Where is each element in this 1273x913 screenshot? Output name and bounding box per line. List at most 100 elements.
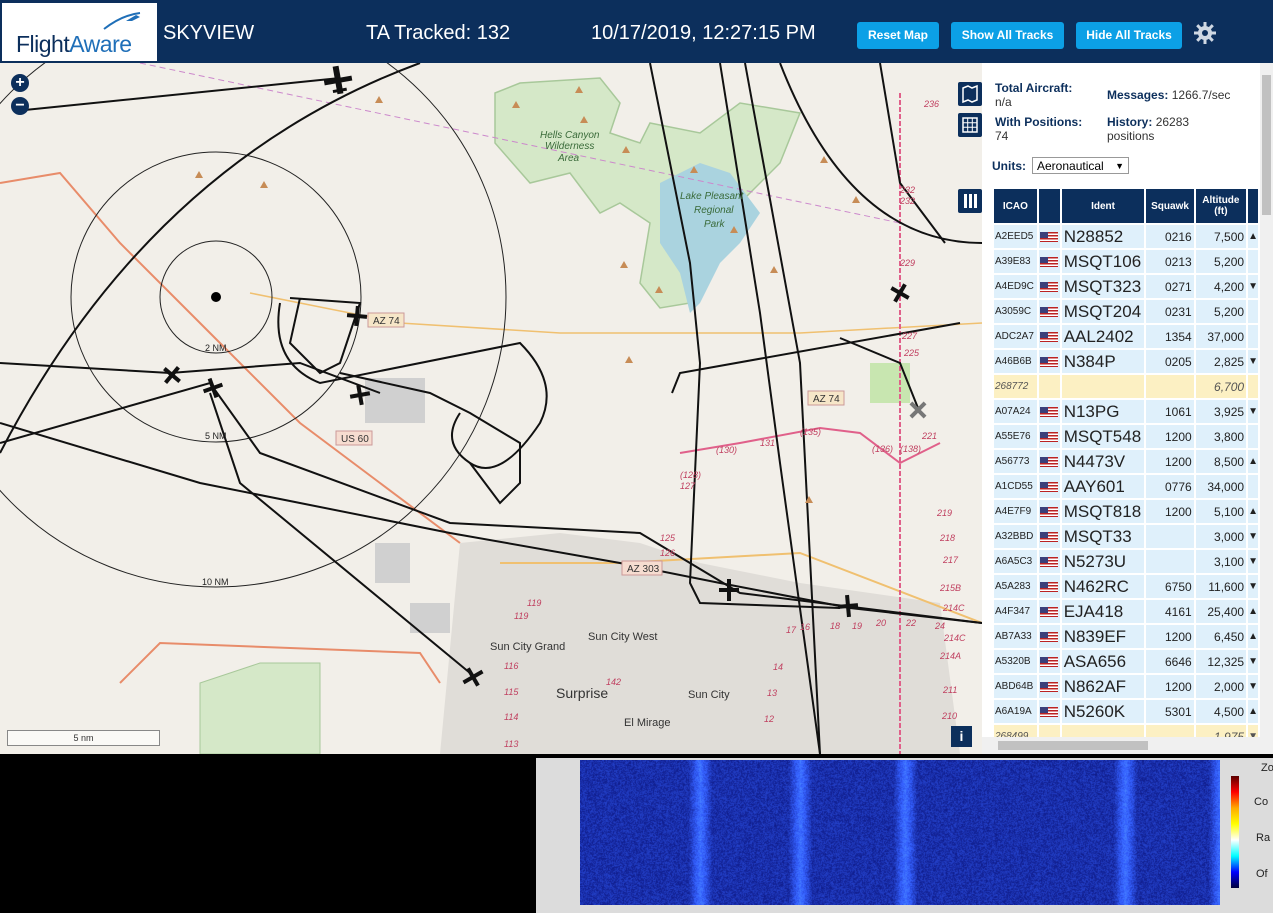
road-number: 16 [800, 622, 810, 632]
icao-cell: A55E76 [994, 425, 1037, 448]
ident-cell: AAY601 [1061, 475, 1145, 498]
icao-cell: ABD64B [994, 675, 1037, 698]
table-row[interactable]: A2EED5 N28852 0216 7,500 ▲ [994, 225, 1258, 248]
altitude-cell: 6,450 [1195, 625, 1247, 648]
road-number: 127 [680, 481, 696, 491]
aircraft-icon [323, 65, 353, 95]
road-number: 236 [923, 99, 939, 109]
panel-horizontal-scrollbar[interactable] [982, 737, 1273, 754]
map-layers-button[interactable] [958, 82, 982, 106]
squawk-cell: 0271 [1146, 275, 1194, 298]
messages-label: Messages: [1107, 88, 1169, 102]
column-flag[interactable] [1038, 189, 1060, 223]
column-altitude[interactable]: Altitude (ft) [1195, 189, 1247, 223]
scroll-thumb[interactable] [998, 741, 1148, 750]
us-flag-icon [1040, 707, 1059, 718]
us-flag-icon [1040, 557, 1059, 568]
waterfall-display[interactable] [580, 760, 1220, 905]
flightaware-logo[interactable]: FlightAware [2, 3, 157, 61]
road-number: 232 [899, 196, 915, 206]
contrast-label: Co [1254, 796, 1269, 808]
squawk-cell: 5301 [1146, 700, 1194, 723]
table-row[interactable]: 268772 6,700 [994, 375, 1258, 398]
squawk-cell: 1200 [1146, 625, 1194, 648]
panel-vertical-scrollbar[interactable] [1260, 63, 1273, 737]
ident-cell: N28852 [1061, 225, 1145, 248]
table-row[interactable]: A4ED9C MSQT323 0271 4,200 ▼ [994, 275, 1258, 298]
tracked-count: TA Tracked: 132 [366, 22, 511, 44]
app-title: SKYVIEW [163, 22, 255, 44]
ident-cell: MSQT204 [1061, 300, 1145, 323]
aircraft-icon [202, 377, 224, 399]
road-number: 227 [901, 331, 918, 341]
header-bar: FlightAware SKYVIEW TA Tracked: 132 10/1… [0, 0, 1273, 63]
ident-cell: N839EF [1061, 625, 1145, 648]
reset-map-button[interactable]: Reset Map [857, 22, 939, 49]
table-row[interactable]: A39E83 MSQT106 0213 5,200 [994, 250, 1258, 273]
table-row[interactable]: A07A24 N13PG 1061 3,925 ▼ [994, 400, 1258, 423]
icao-cell: A46B6B [994, 350, 1037, 373]
map-view[interactable]: 2 NM 5 NM 10 NM Hells Canyon Wilderness … [0, 63, 982, 754]
table-row[interactable]: A55E76 MSQT548 1200 3,800 [994, 425, 1258, 448]
column-icao[interactable]: ICAO [994, 189, 1037, 223]
map-label: Sun City West [588, 631, 658, 643]
icao-cell: A4E7F9 [994, 500, 1037, 523]
ident-cell: MSQT818 [1061, 500, 1145, 523]
show-all-tracks-button[interactable]: Show All Tracks [951, 22, 1064, 49]
table-row[interactable]: A3059C MSQT204 0231 5,200 [994, 300, 1258, 323]
road-number: 119 [514, 611, 528, 621]
us-flag-icon [1040, 407, 1059, 418]
with-positions-label: With Positions: [995, 115, 1083, 129]
hide-all-tracks-button[interactable]: Hide All Tracks [1076, 22, 1182, 49]
road-number: 218 [939, 533, 955, 543]
table-row[interactable]: A6A19A N5260K 5301 4,500 ▲ [994, 700, 1258, 723]
altitude-cell: 12,325 [1195, 650, 1247, 673]
column-ident[interactable]: Ident [1061, 189, 1145, 223]
map-label: Sun City Grand [490, 641, 565, 653]
table-row[interactable]: A32BBD MSQT33 3,000 ▼ [994, 525, 1258, 548]
us-flag-icon [1040, 307, 1059, 318]
ident-cell: N462RC [1061, 575, 1145, 598]
grid-toggle-button[interactable] [958, 113, 982, 137]
icao-cell: A4F347 [994, 600, 1037, 623]
zoom-in-button[interactable]: + [11, 74, 29, 92]
us-flag-icon [1040, 332, 1059, 343]
squawk-cell: 6750 [1146, 575, 1194, 598]
table-row[interactable]: ABD64B N862AF 1200 2,000 ▼ [994, 675, 1258, 698]
table-row[interactable]: ADC2A7 AAL2402 1354 37,000 [994, 325, 1258, 348]
trend-cell: ▼ [1248, 400, 1258, 423]
table-row[interactable]: A46B6B N384P 0205 2,825 ▼ [994, 350, 1258, 373]
table-row[interactable]: A1CD55 AAY601 0776 34,000 [994, 475, 1258, 498]
table-row[interactable]: AB7A33 N839EF 1200 6,450 ▲ [994, 625, 1258, 648]
map-canvas[interactable]: 2 NM 5 NM 10 NM Hells Canyon Wilderness … [0, 63, 982, 754]
road-number: 116 [504, 661, 518, 671]
icao-cell: A2EED5 [994, 225, 1037, 248]
table-row[interactable]: A6A5C3 N5273U 3,100 ▼ [994, 550, 1258, 573]
map-label: Area [557, 153, 580, 164]
road-number: (138) [900, 444, 921, 454]
info-button[interactable]: i [951, 726, 972, 747]
scroll-thumb[interactable] [1262, 75, 1271, 215]
units-select[interactable]: Aeronautical ▼ [1032, 157, 1129, 174]
flag-cell [1038, 400, 1060, 423]
table-row[interactable]: A5320B ASA656 6646 12,325 ▼ [994, 650, 1258, 673]
columns-toggle-button[interactable] [958, 189, 982, 213]
road-number: 125 [660, 533, 676, 543]
icao-cell: A07A24 [994, 400, 1037, 423]
road-number: 14 [773, 662, 783, 672]
table-row[interactable]: A4F347 EJA418 4161 25,400 ▲ [994, 600, 1258, 623]
gear-icon[interactable] [1193, 21, 1217, 45]
zoom-out-button[interactable]: − [11, 97, 29, 115]
road-number: 142 [606, 677, 621, 687]
table-row[interactable]: A5A283 N462RC 6750 11,600 ▼ [994, 575, 1258, 598]
map-label: Surprise [556, 685, 608, 701]
column-squawk[interactable]: Squawk [1146, 189, 1194, 223]
ident-cell: ASA656 [1061, 650, 1145, 673]
ident-cell: N4473V [1061, 450, 1145, 473]
table-row[interactable]: A56773 N4473V 1200 8,500 ▲ [994, 450, 1258, 473]
ident-cell: N5273U [1061, 550, 1145, 573]
squawk-cell: 1200 [1146, 450, 1194, 473]
table-row[interactable]: A4E7F9 MSQT818 1200 5,100 ▲ [994, 500, 1258, 523]
map-label: Regional [694, 205, 734, 216]
altitude-cell: 37,000 [1195, 325, 1247, 348]
